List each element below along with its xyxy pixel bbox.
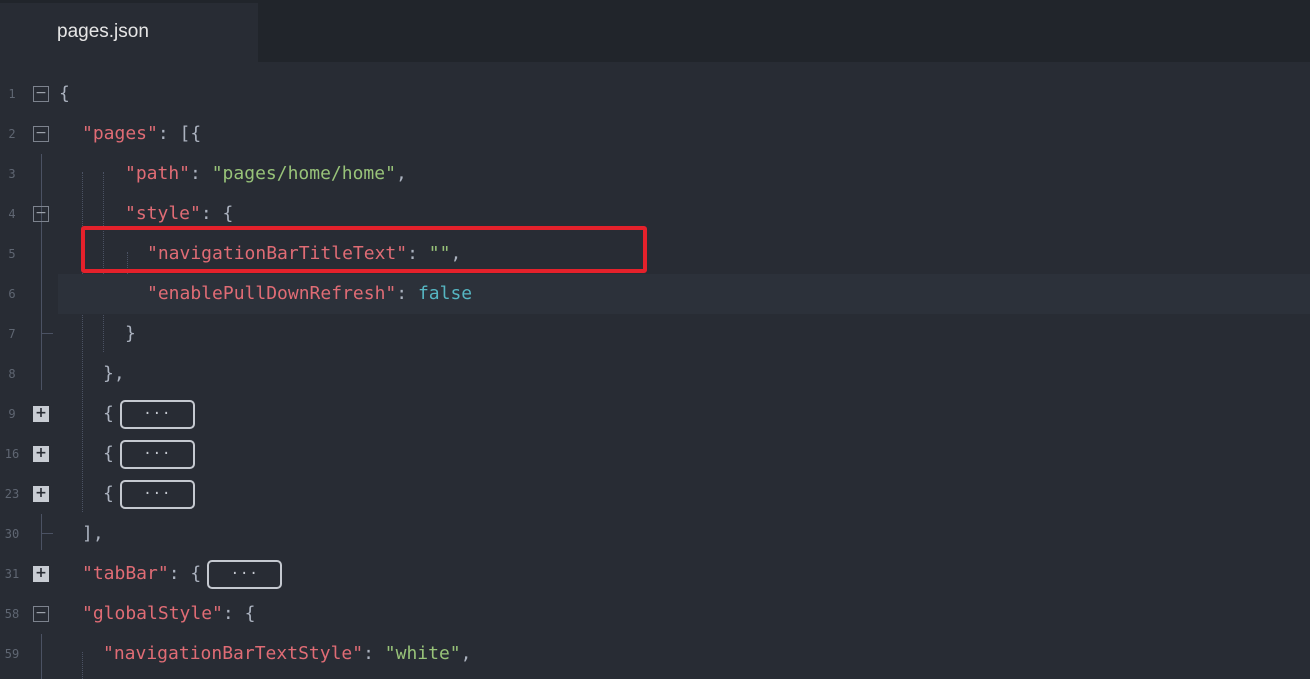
- punctuation: ,: [450, 243, 462, 264]
- punctuation: :: [363, 643, 385, 664]
- code-line: 16 + {···: [0, 434, 1310, 474]
- fold-collapse-icon[interactable]: −: [33, 126, 49, 142]
- line-number: 1: [8, 87, 16, 101]
- line-number: 31: [4, 567, 20, 581]
- tab-bar: pages.json: [0, 0, 1310, 62]
- punctuation: ,: [460, 643, 472, 664]
- json-string: "pages/home/home": [211, 163, 396, 184]
- line-number: 23: [4, 487, 20, 501]
- json-key: "style": [125, 203, 201, 224]
- line-number: 5: [8, 247, 16, 261]
- brace: {: [103, 483, 114, 504]
- code-editor[interactable]: 1 − { 2 − "pages": [{ 3 "path": "pages/h…: [0, 62, 1310, 679]
- code-line: 4 − "style": {: [0, 194, 1310, 234]
- json-key: "path": [125, 163, 191, 184]
- line-number: 58: [4, 607, 20, 621]
- brace: {: [59, 83, 70, 104]
- line-number-gutter: 6: [0, 274, 58, 314]
- punctuation: : [{: [157, 123, 202, 144]
- punctuation: :: [190, 163, 212, 184]
- json-key: "tabBar": [82, 563, 169, 584]
- code-line: 31 + "tabBar": {···: [0, 554, 1310, 594]
- fold-collapse-icon[interactable]: −: [33, 606, 49, 622]
- folded-ellipsis-button[interactable]: ···: [207, 559, 283, 589]
- json-string: "": [428, 243, 451, 264]
- brace: }: [125, 323, 136, 344]
- json-key: "navigationBarTitleText": [147, 243, 408, 264]
- tab-pages-json[interactable]: pages.json: [0, 3, 258, 62]
- punctuation: : {: [222, 603, 256, 624]
- line-number: 4: [8, 207, 16, 221]
- json-key: "enablePullDownRefresh": [147, 283, 397, 304]
- fold-collapse-icon[interactable]: −: [33, 86, 49, 102]
- fold-expand-icon[interactable]: +: [33, 486, 49, 502]
- json-boolean: false: [417, 283, 473, 304]
- folded-ellipsis-button[interactable]: ···: [119, 399, 195, 429]
- line-number: 7: [8, 327, 16, 341]
- code-line: 58 − "globalStyle": {: [0, 594, 1310, 634]
- line-number: 3: [8, 167, 16, 181]
- code-line: 30 ],: [0, 514, 1310, 554]
- fold-collapse-icon[interactable]: −: [33, 206, 49, 222]
- punctuation: : {: [200, 203, 234, 224]
- code-line-current: "enablePullDownRefresh": false: [58, 274, 1310, 314]
- code-line: 9 + {···: [0, 394, 1310, 434]
- punctuation: : {: [168, 563, 202, 584]
- folded-ellipsis-button[interactable]: ···: [119, 479, 195, 509]
- line-number: 6: [8, 287, 16, 301]
- fold-expand-icon[interactable]: +: [33, 446, 49, 462]
- bracket: ],: [82, 523, 104, 544]
- code-line: 23 + {···: [0, 474, 1310, 514]
- code-line: 59 "navigationBarTextStyle": "white",: [0, 634, 1310, 674]
- code-line: 8 },: [0, 354, 1310, 394]
- brace: },: [103, 363, 125, 384]
- json-key: "pages": [82, 123, 158, 144]
- code-line: 7 }: [0, 314, 1310, 354]
- punctuation: :: [396, 283, 418, 304]
- fold-expand-icon[interactable]: +: [33, 566, 49, 582]
- brace: {: [103, 443, 114, 464]
- punctuation: :: [407, 243, 429, 264]
- code-line: 1 − {: [0, 74, 1310, 114]
- json-key: "navigationBarTextStyle": [103, 643, 364, 664]
- tab-label: pages.json: [57, 21, 149, 42]
- punctuation: ,: [395, 163, 407, 184]
- line-number: 59: [4, 647, 20, 661]
- code-line: 5 "navigationBarTitleText": "",: [0, 234, 1310, 274]
- line-number: 8: [8, 367, 16, 381]
- json-key: "globalStyle": [82, 603, 223, 624]
- brace: {: [103, 403, 114, 424]
- line-number: 30: [4, 527, 20, 541]
- json-string: "white": [384, 643, 461, 664]
- folded-ellipsis-button[interactable]: ···: [119, 439, 195, 469]
- line-number: 16: [4, 447, 20, 461]
- fold-expand-icon[interactable]: +: [33, 406, 49, 422]
- code-line: 2 − "pages": [{: [0, 114, 1310, 154]
- line-number: 9: [8, 407, 16, 421]
- line-number: 2: [8, 127, 16, 141]
- code-line: 3 "path": "pages/home/home",: [0, 154, 1310, 194]
